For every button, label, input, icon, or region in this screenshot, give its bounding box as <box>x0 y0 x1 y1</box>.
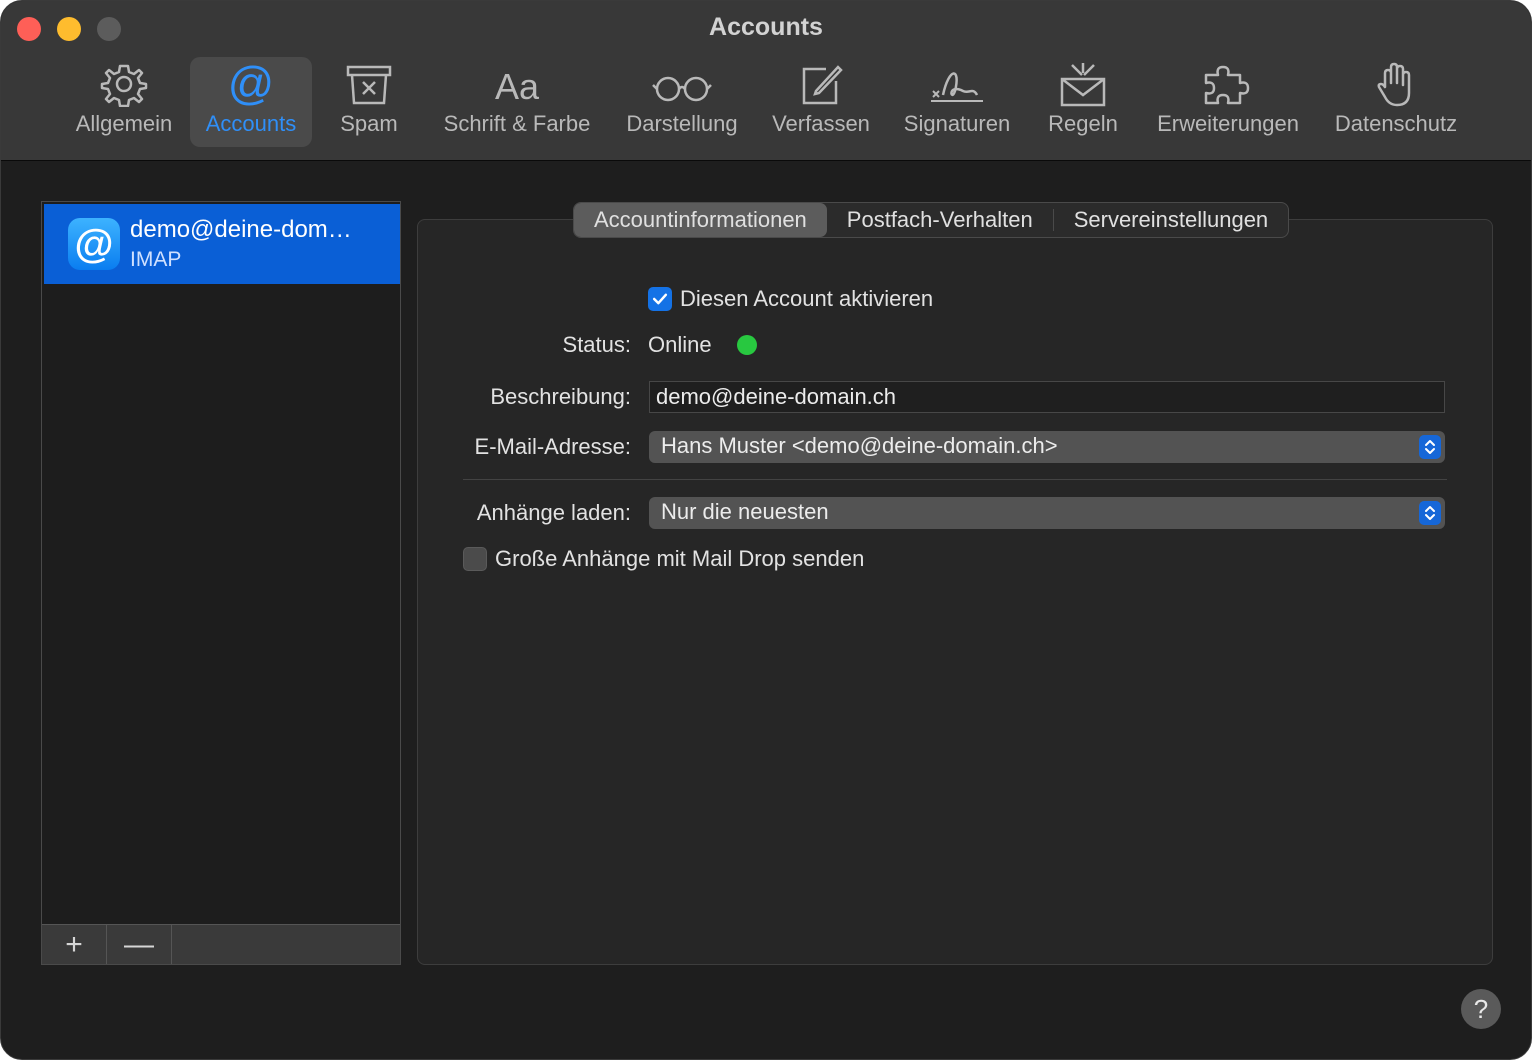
download-attachments-popup[interactable]: Nur die neuesten <box>649 497 1445 529</box>
email-address-popup[interactable]: Hans Muster <demo@deine-domain.ch> <box>649 431 1445 463</box>
toolbar-label: Accounts <box>205 111 297 136</box>
hand-icon <box>1377 62 1411 107</box>
toolbar-label: Spam <box>340 111 398 136</box>
toolbar-fonts-colors[interactable]: Aa Schrift & Farbe <box>429 57 605 147</box>
email-address-value: Hans Muster <demo@deine-domain.ch> <box>661 433 1058 458</box>
email-address-label: E-Mail-Adresse: <box>474 434 631 459</box>
at-icon: @ <box>228 61 275 107</box>
toolbar-rules[interactable]: Regeln <box>1033 57 1133 147</box>
popup-chevron-icon <box>1419 435 1441 459</box>
toolbar-extensions[interactable]: Erweiterungen <box>1143 57 1313 147</box>
remove-account-button[interactable]: — <box>107 925 172 964</box>
toolbar-label: Schrift & Farbe <box>443 111 591 136</box>
status-online-indicator <box>737 335 757 355</box>
toolbar-general[interactable]: Allgemein <box>63 57 185 147</box>
download-attachments-label: Anhänge laden: <box>476 500 631 525</box>
description-label: Beschreibung: <box>490 384 631 409</box>
font-icon: Aa <box>495 66 540 107</box>
glasses-icon <box>652 76 712 102</box>
enable-account-label: Diesen Account aktivieren <box>680 286 934 311</box>
tab-server-settings[interactable]: Servereinstellungen <box>1054 203 1288 237</box>
accounts-list-footer: + — <box>42 924 400 964</box>
mail-drop-checkbox[interactable] <box>463 547 487 571</box>
toolbar-label: Regeln <box>1048 111 1118 136</box>
account-name: demo@deine-dom… <box>130 216 352 243</box>
enable-account-checkbox[interactable] <box>648 287 672 311</box>
toolbar-label: Darstellung <box>626 111 738 136</box>
account-at-icon: @ <box>68 218 120 270</box>
svg-text:Aa: Aa <box>495 66 540 107</box>
junk-icon <box>346 65 392 105</box>
status-label: Status: <box>562 332 631 357</box>
accounts-list: @ demo@deine-dom… IMAP + — <box>41 201 401 965</box>
compose-icon <box>802 65 843 105</box>
account-detail-panel <box>417 219 1493 965</box>
titlebar: Accounts Allgemein @ Accounts Spam Aa Sc… <box>1 1 1531 161</box>
status-value: Online <box>648 332 712 357</box>
toolbar-label: Erweiterungen <box>1157 111 1299 136</box>
toolbar-viewing[interactable]: Darstellung <box>613 57 751 147</box>
window-title: Accounts <box>709 13 823 41</box>
rules-icon <box>1060 63 1106 107</box>
toolbar-label: Allgemein <box>75 111 173 136</box>
puzzle-icon <box>1204 65 1250 105</box>
toolbar-label: Datenschutz <box>1334 111 1458 136</box>
tab-account-information[interactable]: Accountinformationen <box>574 203 827 237</box>
download-attachments-value: Nur die neuesten <box>661 499 829 524</box>
add-account-button[interactable]: + <box>42 925 107 964</box>
signature-icon <box>931 72 983 102</box>
description-field[interactable]: demo@deine-domain.ch <box>649 381 1445 413</box>
checkmark-icon <box>652 293 668 305</box>
gear-icon <box>100 64 148 107</box>
toolbar-privacy[interactable]: Datenschutz <box>1321 57 1471 147</box>
tab-bar: Accountinformationen Postfach-Verhalten … <box>573 202 1290 238</box>
toolbar-label: Signaturen <box>903 111 1011 136</box>
svg-text:@: @ <box>228 61 275 107</box>
help-button[interactable]: ? <box>1461 989 1501 1029</box>
popup-chevron-icon <box>1419 501 1441 525</box>
tab-mailbox-behaviors[interactable]: Postfach-Verhalten <box>827 203 1053 237</box>
toolbar-signatures[interactable]: Signaturen <box>891 57 1023 147</box>
toolbar-spam[interactable]: Spam <box>319 57 419 147</box>
list-item-account[interactable]: @ demo@deine-dom… IMAP <box>44 204 400 284</box>
toolbar-accounts[interactable]: @ Accounts <box>190 57 312 147</box>
toolbar-label: Verfassen <box>772 111 870 136</box>
account-type: IMAP <box>130 248 182 271</box>
form-divider <box>463 479 1447 480</box>
preferences-window: Accounts Allgemein @ Accounts Spam Aa Sc… <box>0 0 1532 1060</box>
toolbar-composing[interactable]: Verfassen <box>761 57 881 147</box>
mail-drop-label: Große Anhänge mit Mail Drop senden <box>495 546 865 571</box>
